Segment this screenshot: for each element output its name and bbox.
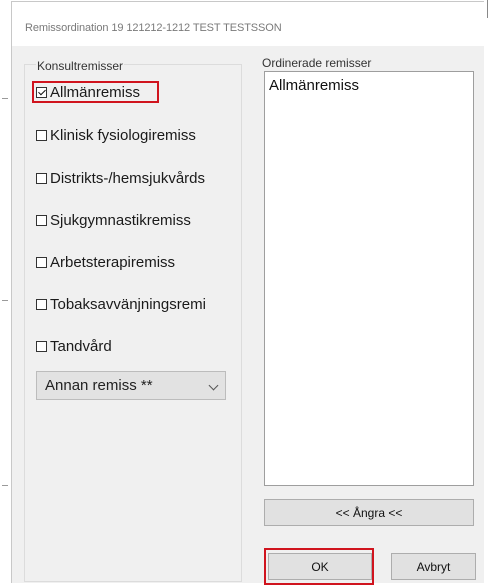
checkbox-icon[interactable]: [36, 298, 47, 310]
checkbox-icon[interactable]: [36, 172, 47, 184]
cancel-button[interactable]: Avbryt: [391, 553, 476, 580]
checkbox-label: Arbetsterapiremiss: [50, 253, 176, 271]
referral-dialog: Remissordination 19 121212-1212 TEST TES…: [11, 1, 484, 585]
checkbox-icon[interactable]: [36, 256, 47, 268]
checkbox-tobaksavvanjningsremiss[interactable]: Tobaksavvänjningsremi: [36, 294, 206, 314]
checkbox-label: Tobaksavvänjningsremi: [50, 295, 206, 313]
dropdown-selected-value: Annan remiss **: [45, 377, 153, 394]
chevron-down-icon[interactable]: [208, 380, 219, 391]
ordered-referrals-label: Ordinerade remisser: [262, 56, 372, 70]
checkbox-label: Tandvård: [50, 337, 112, 355]
checkbox-klinisk-fysiologiremiss[interactable]: Klinisk fysiologiremiss: [36, 125, 196, 145]
background-edge-mark: [487, 0, 488, 18]
checkbox-label: Klinisk fysiologiremiss: [50, 126, 196, 144]
background-edge-mark: [2, 300, 8, 301]
dialog-title: Remissordination 19 121212-1212 TEST TES…: [25, 22, 282, 34]
background-window-right: [483, 0, 493, 583]
other-referral-dropdown[interactable]: Annan remiss **: [36, 371, 226, 400]
checkbox-distrikts-hemsjukvards[interactable]: Distrikts-/hemsjukvårds: [36, 168, 205, 188]
dialog-titlebar[interactable]: Remissordination 19 121212-1212 TEST TES…: [12, 2, 484, 46]
undo-button[interactable]: << Ångra <<: [264, 499, 474, 526]
background-edge-mark: [2, 98, 8, 99]
checkbox-icon[interactable]: [36, 340, 47, 352]
ordered-referrals-list[interactable]: Allmänremiss: [264, 71, 474, 486]
ok-button[interactable]: OK: [268, 553, 372, 580]
checkbox-sjukgymnastikremiss[interactable]: Sjukgymnastikremiss: [36, 210, 191, 230]
checkbox-tandvard[interactable]: Tandvård: [36, 336, 112, 356]
background-edge-mark: [2, 485, 8, 486]
checkbox-icon[interactable]: [36, 214, 47, 226]
annotation-highlight: [32, 81, 159, 103]
consult-referrals-label: Konsultremisser: [36, 59, 125, 73]
checkbox-icon[interactable]: [36, 129, 47, 141]
checkbox-label: Sjukgymnastikremiss: [50, 211, 191, 229]
checkbox-label: Distrikts-/hemsjukvårds: [50, 169, 206, 187]
list-item[interactable]: Allmänremiss: [269, 77, 359, 94]
checkbox-arbetsterapiremiss[interactable]: Arbetsterapiremiss: [36, 252, 175, 272]
